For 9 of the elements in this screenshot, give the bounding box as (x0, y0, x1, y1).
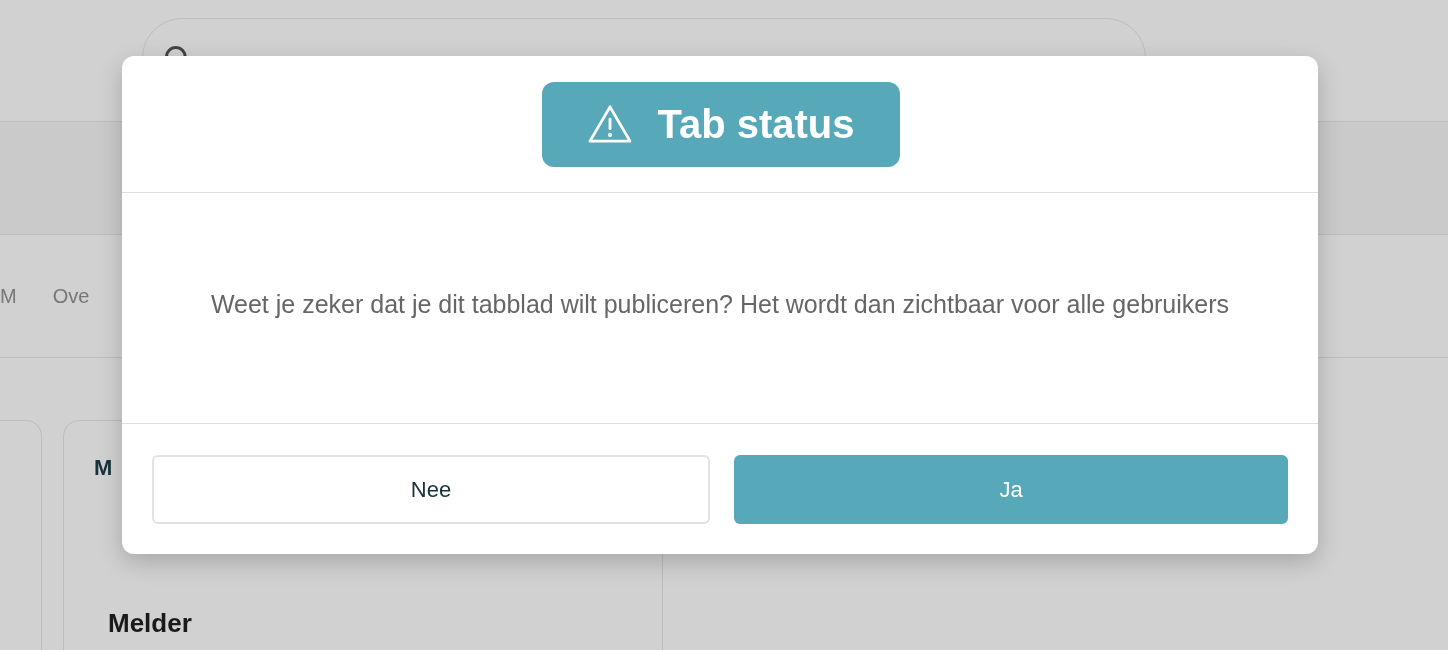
section-heading: Melder (108, 607, 193, 640)
dialog-title: Tab status (657, 101, 855, 148)
tab[interactable]: M (0, 281, 17, 311)
tab[interactable]: Ove (52, 281, 90, 311)
warning-icon (587, 104, 634, 144)
dialog-message: Weet je zeker dat je dit tabblad wilt publiceren? Het wordt dan zichtbaar voor alle gebruikers (210, 288, 1230, 320)
card-title: M (94, 454, 114, 482)
confirm-button[interactable]: Ja (734, 455, 1288, 524)
cancel-button[interactable]: Nee (152, 455, 710, 524)
